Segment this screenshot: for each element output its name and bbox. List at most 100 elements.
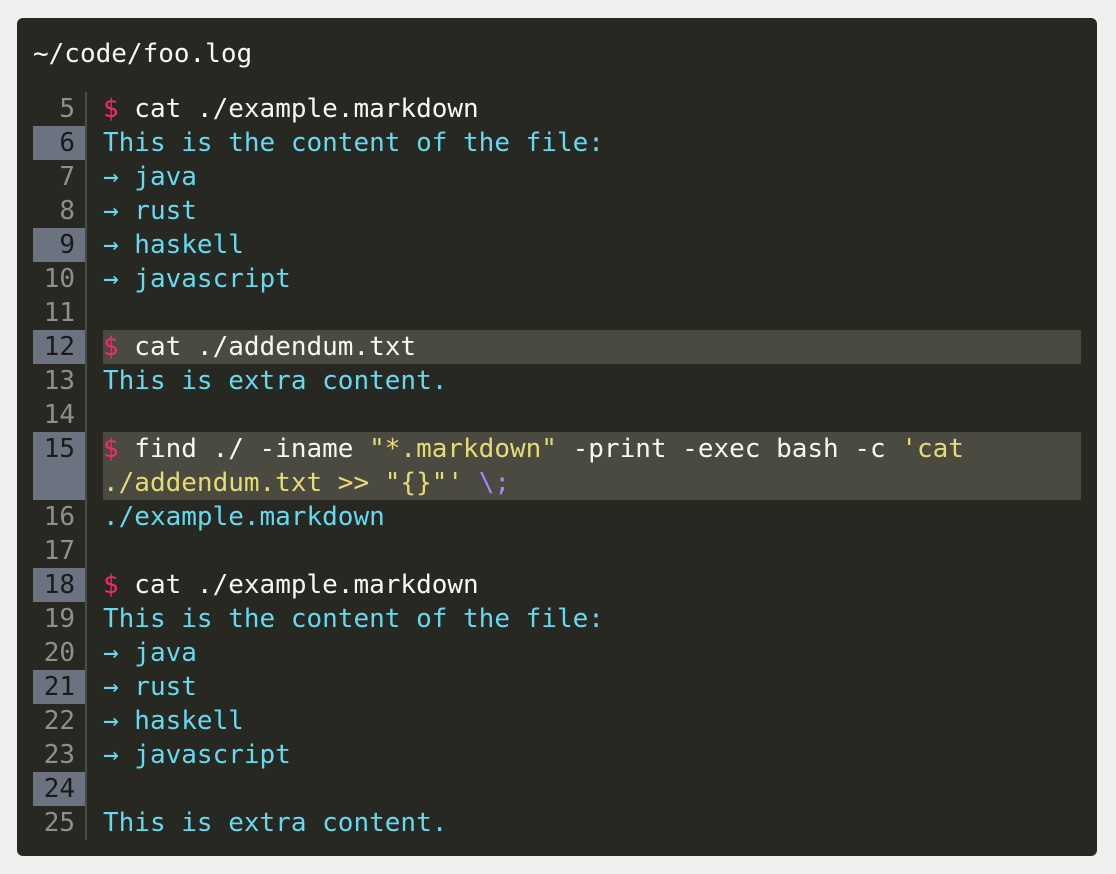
line-content: $ cat ./addendum.txt xyxy=(103,330,1081,364)
gutter-separator xyxy=(85,602,87,636)
code-line: 17 xyxy=(33,534,1081,568)
code-line: 16 ./example.markdown xyxy=(33,500,1081,534)
line-number: 16 xyxy=(43,502,75,532)
command-text: cat ./addendum.txt xyxy=(118,332,417,362)
string-literal: 'cat xyxy=(901,434,964,464)
line-content: ./example.markdown xyxy=(103,500,1081,534)
gutter-separator xyxy=(85,534,87,568)
escape-sequence: \; xyxy=(478,468,510,498)
line-content: → haskell xyxy=(103,704,1081,738)
gutter-separator xyxy=(85,500,87,534)
code-line: 23 → javascript xyxy=(33,738,1081,772)
code-line: 10 → javascript xyxy=(33,262,1081,296)
code-line: 18 $ cat ./example.markdown xyxy=(33,568,1081,602)
line-content: This is the content of the file: xyxy=(103,126,1081,160)
code-line: 5 $ cat ./example.markdown xyxy=(33,92,1081,126)
output-text: This is the content of the file: xyxy=(103,604,604,634)
gutter-separator xyxy=(85,432,87,500)
code-line: 14 xyxy=(33,398,1081,432)
line-number: 5 xyxy=(59,94,75,124)
code-line: 25 This is extra content. xyxy=(33,806,1081,840)
output-text: → javascript xyxy=(103,264,291,294)
line-number: 8 xyxy=(59,196,75,226)
gutter-separator xyxy=(85,670,87,704)
code-line: 24 xyxy=(33,772,1081,806)
gutter-separator xyxy=(85,364,87,398)
line-content: → java xyxy=(103,636,1081,670)
terminal-window: ~/code/foo.log 5 $ cat ./example.markdow… xyxy=(17,18,1097,856)
gutter-separator xyxy=(85,194,87,228)
code-line: 11 xyxy=(33,296,1081,330)
gutter-separator xyxy=(85,296,87,330)
output-text: → java xyxy=(103,162,197,192)
line-content: → java xyxy=(103,160,1081,194)
gutter-separator xyxy=(85,92,87,126)
output-text: This is extra content. xyxy=(103,808,448,838)
command-text: cat ./example.markdown xyxy=(118,94,479,124)
gutter-separator xyxy=(85,228,87,262)
code-line: 6 This is the content of the file: xyxy=(33,126,1081,160)
code-line: 15 $ find ./ -iname "*.markdown" -print … xyxy=(33,432,1081,500)
line-content: → rust xyxy=(103,670,1081,704)
line-content: $ cat ./example.markdown xyxy=(103,92,1081,126)
line-content xyxy=(103,534,1081,568)
gutter-separator xyxy=(85,160,87,194)
output-text: This is the content of the file: xyxy=(103,128,604,158)
code-line: 22 → haskell xyxy=(33,704,1081,738)
code-line: 20 → java xyxy=(33,636,1081,670)
output-text: → java xyxy=(103,638,197,668)
code-view[interactable]: 5 $ cat ./example.markdown 6 This is the… xyxy=(33,92,1081,840)
gutter-separator xyxy=(85,806,87,840)
line-number: 11 xyxy=(43,298,75,328)
output-text: → rust xyxy=(103,672,197,702)
line-content: → rust xyxy=(103,194,1081,228)
line-content: → javascript xyxy=(103,262,1081,296)
line-number: 20 xyxy=(43,638,75,668)
code-line: 13 This is extra content. xyxy=(33,364,1081,398)
line-number: 9 xyxy=(33,228,85,262)
output-text: → rust xyxy=(103,196,197,226)
line-content: This is extra content. xyxy=(103,364,1081,398)
line-number: 12 xyxy=(33,330,85,364)
output-text: → javascript xyxy=(103,740,291,770)
line-number: 23 xyxy=(43,740,75,770)
gutter-separator xyxy=(85,398,87,432)
line-content: $ cat ./example.markdown xyxy=(103,568,1081,602)
string-literal: ./addendum.txt >> "{}"' xyxy=(103,468,464,498)
gutter-separator xyxy=(85,772,87,806)
output-text: → haskell xyxy=(103,230,244,260)
command-text: cat ./example.markdown xyxy=(118,570,479,600)
line-number: 6 xyxy=(33,126,85,160)
line-number: 14 xyxy=(43,400,75,430)
gutter-separator xyxy=(85,636,87,670)
code-line: 9 → haskell xyxy=(33,228,1081,262)
line-number: 22 xyxy=(43,706,75,736)
output-text: This is extra content. xyxy=(103,366,448,396)
line-number: 17 xyxy=(43,536,75,566)
gutter-separator xyxy=(85,704,87,738)
code-line: 19 This is the content of the file: xyxy=(33,602,1081,636)
line-number: 7 xyxy=(59,162,75,192)
line-number: 13 xyxy=(43,366,75,396)
line-content xyxy=(103,398,1081,432)
output-text: ./example.markdown xyxy=(103,502,385,532)
window-title: ~/code/foo.log xyxy=(33,39,253,69)
line-content: This is the content of the file: xyxy=(103,602,1081,636)
command-text xyxy=(463,468,479,498)
prompt-symbol: $ xyxy=(103,570,119,600)
command-text: find ./ -iname xyxy=(118,434,370,464)
line-number: 10 xyxy=(43,264,75,294)
line-content: → javascript xyxy=(103,738,1081,772)
prompt-symbol: $ xyxy=(103,94,119,124)
output-text: → haskell xyxy=(103,706,244,736)
gutter-separator xyxy=(85,126,87,160)
line-content xyxy=(103,296,1081,330)
line-content xyxy=(103,772,1081,806)
line-number: 24 xyxy=(33,772,85,806)
code-line: 21 → rust xyxy=(33,670,1081,704)
prompt-symbol: $ xyxy=(103,434,119,464)
line-number: 21 xyxy=(33,670,85,704)
line-content: This is extra content. xyxy=(103,806,1081,840)
line-content: → haskell xyxy=(103,228,1081,262)
gutter-separator xyxy=(85,262,87,296)
